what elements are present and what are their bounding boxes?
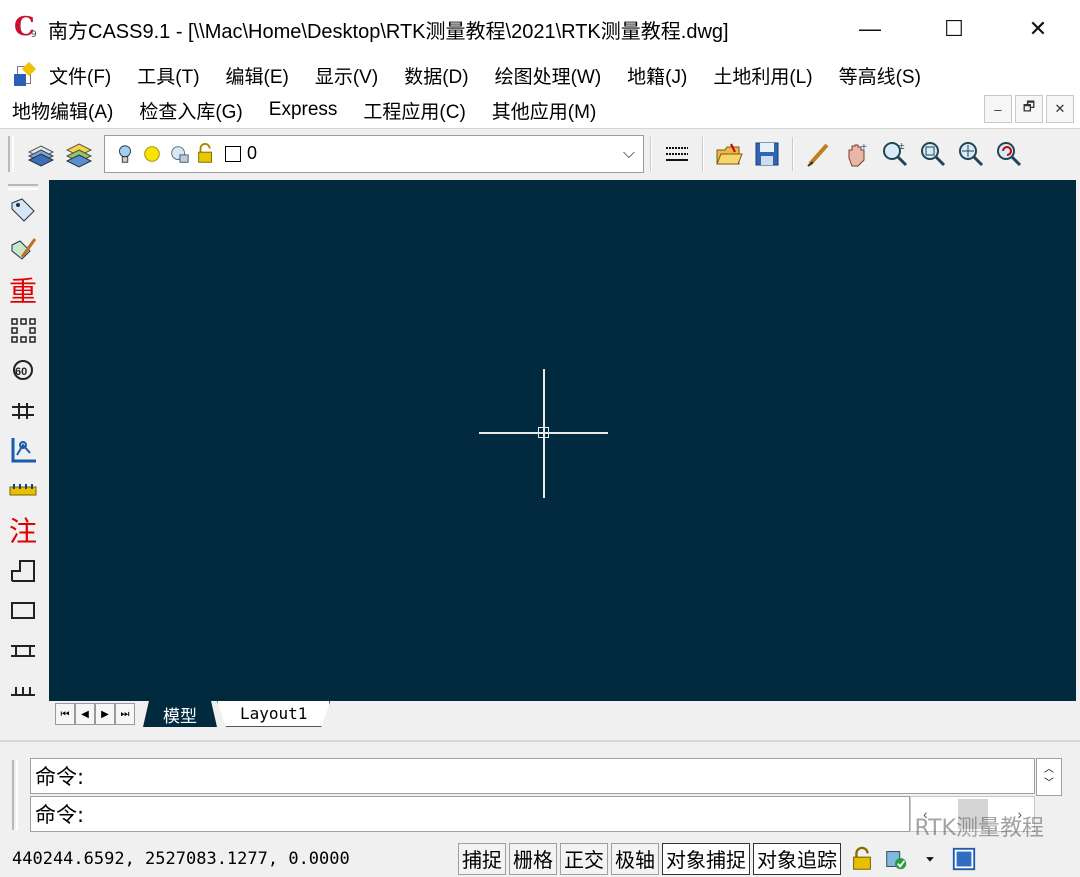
zoom-realtime-icon[interactable]: ± [878, 137, 912, 171]
layout-tabs-bar: ⏮ ◀ ▶ ⏭ 模型 Layout1 [49, 701, 1076, 728]
tab-model[interactable]: 模型 [143, 701, 217, 727]
menu-data[interactable]: 数据(D) [391, 62, 481, 89]
toolbar-lock-icon[interactable] [846, 843, 878, 875]
svg-text:+: + [861, 142, 867, 153]
pan-hand-icon[interactable]: + [840, 137, 874, 171]
double-line-icon[interactable] [0, 630, 46, 670]
coordinate-plot-icon[interactable] [0, 430, 46, 470]
snap-toggle[interactable]: 捕捉 [458, 842, 506, 875]
status-bar: 440244.6592, 2527083.1277, 0.0000 捕捉 栅格 … [0, 840, 1080, 877]
menu-express[interactable]: Express [256, 99, 351, 121]
clean-screen-icon[interactable] [948, 843, 980, 875]
document-window-controls: – 🗗 ✕ [984, 95, 1074, 123]
crosshair-pickbox [538, 427, 549, 438]
zoom-window-icon[interactable] [916, 137, 950, 171]
tab-layout1[interactable]: Layout1 [217, 701, 331, 727]
layer-color-swatch[interactable] [225, 145, 241, 162]
chevron-down-icon[interactable]: ﹀ [1044, 777, 1054, 791]
doc-restore-button[interactable]: 🗗 [1015, 95, 1043, 123]
menu-file[interactable]: 文件(F) [36, 62, 124, 89]
grid-toggle[interactable]: 栅格 [509, 842, 557, 875]
watermark: RTK测量教程 [914, 816, 1044, 841]
chevron-up-icon[interactable]: ︿ [1044, 763, 1054, 777]
menu-edit[interactable]: 编辑(E) [213, 62, 302, 89]
menu-cadastre[interactable]: 地籍(J) [614, 62, 700, 89]
zoom-previous-icon[interactable] [992, 137, 1026, 171]
svg-text:±: ± [899, 141, 905, 152]
doc-close-button[interactable]: ✕ [1046, 95, 1074, 123]
polar-toggle[interactable]: 极轴 [611, 842, 659, 875]
tag-icon[interactable] [0, 190, 46, 230]
save-icon[interactable] [750, 137, 784, 171]
layer-name: 0 [247, 143, 258, 163]
chevron-down-icon[interactable]: ⌵ [623, 145, 635, 163]
doc-minimize-button[interactable]: – [984, 95, 1012, 123]
command-history-line: 命令: [30, 758, 1035, 794]
title-bar: C9 南方CASS9.1 - [\\Mac\Home\Desktop\RTK测量… [0, 0, 1080, 58]
maximize-button[interactable]: ☐ [912, 0, 996, 58]
menu-feature-edit[interactable]: 地物编辑(A) [0, 97, 126, 124]
drawing-canvas[interactable] [49, 180, 1076, 701]
menu-view[interactable]: 显示(V) [302, 62, 391, 89]
menu-bar-primary: 文件(F) 工具(T) 编辑(E) 显示(V) 数据(D) 绘图处理(W) 地籍… [0, 57, 1080, 93]
point-grid-icon[interactable] [0, 310, 46, 350]
cursor-coordinates: 440244.6592, 2527083.1277, 0.0000 [12, 848, 350, 869]
menu-bar-secondary: 地物编辑(A) 检查入库(G) Express 工程应用(C) 其他应用(M) [0, 92, 1080, 128]
stairs-polyline-icon[interactable] [0, 550, 46, 590]
next-tab-button[interactable]: ▶ [95, 703, 115, 725]
menu-tools[interactable]: 工具(T) [124, 62, 212, 89]
minimize-button[interactable]: — [828, 0, 912, 58]
open-folder-icon[interactable] [712, 137, 746, 171]
command-input[interactable]: 命令: [30, 796, 910, 832]
close-button[interactable]: ✕ [996, 0, 1080, 58]
window-title: 南方CASS9.1 - [\\Mac\Home\Desktop\RTK测量教程\… [48, 20, 729, 43]
sun-icon[interactable] [140, 142, 164, 166]
ruler-icon[interactable] [0, 470, 46, 510]
tag-edit-icon[interactable] [0, 230, 46, 270]
survey-instrument-icon[interactable]: 60 [0, 350, 46, 390]
status-menu-arrow-icon[interactable] [914, 843, 946, 875]
document-icon[interactable] [14, 61, 37, 86]
menu-other-apps[interactable]: 其他应用(M) [479, 97, 609, 124]
annotate-icon[interactable]: 注 [0, 510, 46, 550]
viewport-freeze-icon[interactable] [167, 142, 191, 166]
pencil-icon[interactable] [802, 137, 836, 171]
toolbar-grip[interactable] [8, 135, 14, 172]
object-snap-toggle[interactable]: 对象捕捉 [662, 842, 750, 875]
command-scrollbar[interactable]: ︿ ﹀ [1036, 758, 1062, 796]
cass-app-icon[interactable]: C9 [14, 12, 40, 42]
layer-manager-icon[interactable] [24, 137, 58, 171]
lock-icon[interactable] [194, 142, 218, 166]
menu-check-import[interactable]: 检查入库(G) [126, 97, 255, 124]
command-window-grip[interactable] [12, 760, 18, 830]
redraw-icon[interactable]: 重 [0, 270, 46, 310]
ortho-toggle[interactable]: 正交 [560, 842, 608, 875]
menu-drawing-processing[interactable]: 绘图处理(W) [482, 62, 615, 89]
first-tab-button[interactable]: ⏮ [55, 703, 75, 725]
menu-land-use[interactable]: 土地利用(L) [700, 62, 825, 89]
linetype-icon[interactable] [660, 137, 694, 171]
comm-center-icon[interactable] [880, 843, 912, 875]
lightbulb-icon[interactable] [113, 142, 137, 166]
last-tab-button[interactable]: ⏭ [115, 703, 135, 725]
rectangle-icon[interactable] [0, 590, 46, 630]
layer-dropdown[interactable]: 0 ⌵ [104, 134, 644, 173]
svg-text:60: 60 [15, 366, 27, 378]
fence-base-icon[interactable] [0, 670, 46, 710]
fence-icon[interactable] [0, 390, 46, 430]
layer-previous-icon[interactable] [62, 137, 96, 171]
menu-contour[interactable]: 等高线(S) [826, 62, 934, 89]
layers-toolbar: 0 ⌵ + ± [0, 128, 1080, 178]
zoom-extents-icon[interactable] [954, 137, 988, 171]
left-toolbar: 重 60 注 [0, 180, 46, 735]
previous-tab-button[interactable]: ◀ [75, 703, 95, 725]
menu-engineering[interactable]: 工程应用(C) [350, 97, 478, 124]
object-tracking-toggle[interactable]: 对象追踪 [753, 842, 841, 875]
